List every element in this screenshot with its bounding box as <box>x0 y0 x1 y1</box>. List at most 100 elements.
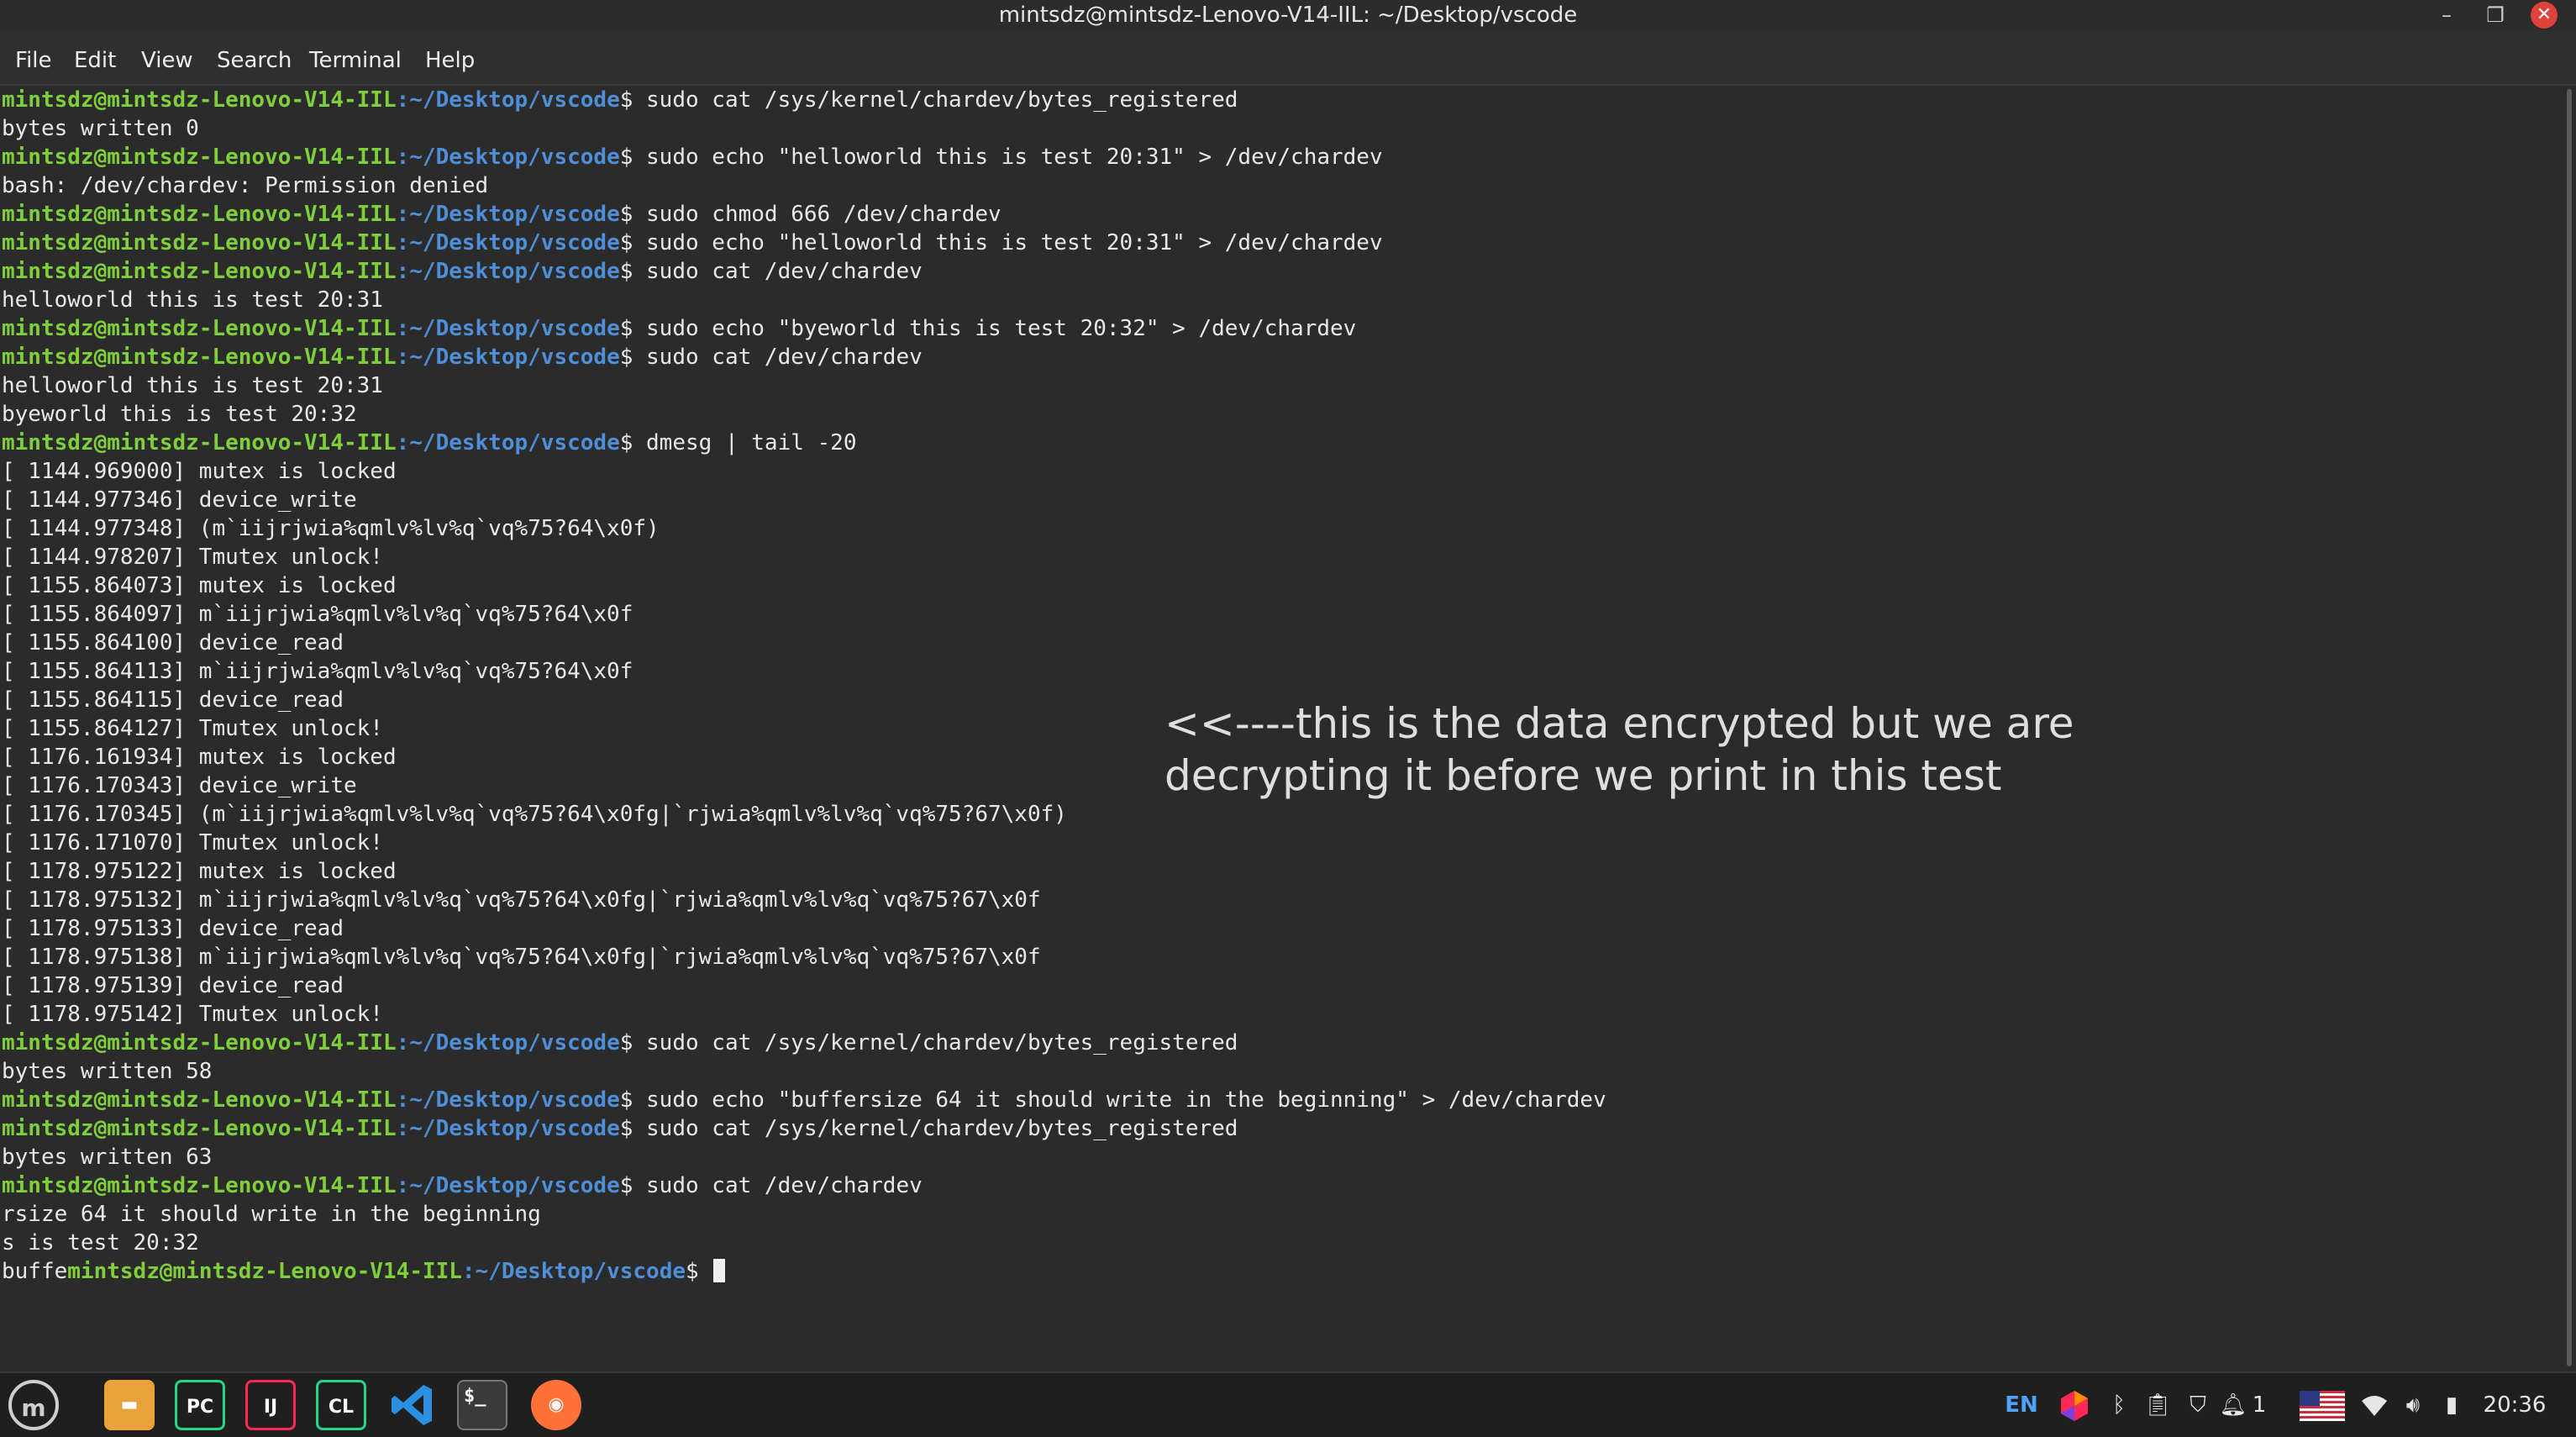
taskbar-app-terminal[interactable]: $_ <box>457 1380 507 1430</box>
jetbrains-toolbox-icon[interactable] <box>2053 1373 2095 1437</box>
maximize-button[interactable]: ❐ <box>2475 0 2516 30</box>
menu-terminal[interactable]: Terminal <box>309 30 402 91</box>
pycharm-icon: PC <box>186 1397 214 1418</box>
terminal-output-line: [ 1155.864113] m`iijrjwia%qmlv%lv%q`vq%7… <box>2 659 633 684</box>
prompt-symbol: $ <box>619 430 647 455</box>
menu-view[interactable]: View <box>141 30 193 91</box>
prompt-user-host: mintsdz@mintsdz-Lenovo-V14-IIL <box>67 1259 462 1284</box>
prompt-symbol: $ <box>619 1116 647 1141</box>
terminal-output-line: helloworld this is test 20:31 <box>2 287 383 313</box>
prompt-symbol: $ <box>619 230 647 255</box>
prompt-symbol: $ <box>686 1259 712 1284</box>
taskbar-app-clion[interactable]: CL <box>316 1380 366 1430</box>
terminal-icon: $_ <box>464 1386 486 1407</box>
minimize-button[interactable]: – <box>2426 0 2467 30</box>
terminal-output-line: helloworld this is test 20:31 <box>2 373 383 398</box>
terminal-command-line: mintsdz@mintsdz-Lenovo-V14-IIL:~/Desktop… <box>2 200 1606 229</box>
terminal-command-line: mintsdz@mintsdz-Lenovo-V14-IIL:~/Desktop… <box>2 86 1606 114</box>
prompt-path: :~/Desktop/vscode <box>396 1173 620 1198</box>
terminal-output-line: [ 1176.171070] Tmutex unlock! <box>2 830 383 855</box>
mint-logo-icon: m <box>21 1394 46 1422</box>
prompt-symbol: $ <box>619 259 647 284</box>
terminal-output-line: [ 1155.864097] m`iijrjwia%qmlv%lv%q`vq%7… <box>2 602 633 627</box>
terminal-output-line: bytes written 0 <box>2 116 199 141</box>
scrollbar[interactable] <box>2563 86 2576 1371</box>
command-text: sudo cat /sys/kernel/chardev/bytes_regis… <box>646 1030 1238 1055</box>
command-text: sudo cat /sys/kernel/chardev/bytes_regis… <box>646 87 1238 113</box>
terminal-output-line: [ 1155.864100] device_read <box>2 630 344 655</box>
battery-icon[interactable]: ▮ <box>2435 1373 2468 1437</box>
terminal-output-line: [ 1178.975138] m`iijrjwia%qmlv%lv%q`vq%7… <box>2 945 1041 970</box>
vscode-icon <box>392 1385 432 1425</box>
terminal-command-line: mintsdz@mintsdz-Lenovo-V14-IIL:~/Desktop… <box>2 1171 1606 1200</box>
keyboard-layout[interactable]: EN <box>1996 1373 2047 1437</box>
menu-search[interactable]: Search <box>217 30 292 91</box>
annotation-line-2: decrypting it before we print in this te… <box>1164 751 2002 800</box>
terminal-command-line: mintsdz@mintsdz-Lenovo-V14-IIL:~/Desktop… <box>2 1086 1606 1114</box>
scrollbar-thumb[interactable] <box>2567 89 2572 1366</box>
bluetooth-icon[interactable]: ᛒ <box>2100 1373 2137 1437</box>
taskbar-app-vscode[interactable] <box>386 1380 437 1430</box>
command-text: sudo cat /sys/kernel/chardev/bytes_regis… <box>646 1116 1238 1141</box>
terminal-cursor <box>713 1259 726 1282</box>
prompt-user-host: mintsdz@mintsdz-Lenovo-V14-IIL <box>2 145 397 170</box>
us-flag-icon[interactable] <box>2299 1373 2346 1437</box>
terminal-output-line: [ 1178.975132] m`iijrjwia%qmlv%lv%q`vq%7… <box>2 887 1041 913</box>
close-button[interactable]: ✕ <box>2531 2 2558 29</box>
menu-file[interactable]: File <box>15 30 52 91</box>
clipboard-icon[interactable]: 📋︎ <box>2139 1373 2176 1437</box>
prompt-path: :~/Desktop/vscode <box>396 1030 620 1055</box>
clion-icon: CL <box>328 1397 355 1418</box>
terminal-output-line: [ 1144.978207] Tmutex unlock! <box>2 545 383 570</box>
terminal-command-line: mintsdz@mintsdz-Lenovo-V14-IIL:~/Desktop… <box>2 143 1606 171</box>
prompt-path: :~/Desktop/vscode <box>396 259 620 284</box>
command-text: dmesg | tail -20 <box>646 430 857 455</box>
prompt-user-host: mintsdz@mintsdz-Lenovo-V14-IIL <box>2 1087 397 1113</box>
wifi-icon[interactable] <box>2358 1373 2391 1437</box>
command-text: sudo chmod 666 /dev/chardev <box>646 202 1001 227</box>
terminal-lines: mintsdz@mintsdz-Lenovo-V14-IIL:~/Desktop… <box>2 86 1606 1286</box>
taskbar: m ▬ PC IJ CL $_ ◉ EN ᛒ 📋︎ ⛉ 🔔︎ 1 🔊︎ ▮ 20… <box>0 1371 2576 1437</box>
terminal-output-line: [ 1178.975142] Tmutex unlock! <box>2 1002 383 1027</box>
terminal-output-line: [ 1178.975122] mutex is locked <box>2 859 397 884</box>
prompt-user-host: mintsdz@mintsdz-Lenovo-V14-IIL <box>2 345 397 370</box>
prompt-user-host: mintsdz@mintsdz-Lenovo-V14-IIL <box>2 430 397 455</box>
prompt-symbol: $ <box>619 1030 647 1055</box>
menu-edit[interactable]: Edit <box>74 30 116 91</box>
terminal-output-line: [ 1176.170345] (m`iijrjwia%qmlv%lv%q`vq%… <box>2 802 1067 827</box>
clock[interactable]: 20:36 <box>2477 1373 2552 1437</box>
window-titlebar[interactable]: mintsdz@mintsdz-Lenovo-V14-IIL: ~/Deskto… <box>0 0 2576 30</box>
system-tray: EN ᛒ 📋︎ ⛉ 🔔︎ 1 🔊︎ ▮ 20:36 <box>1983 1373 2576 1437</box>
terminal-output-line: s is test 20:32 <box>2 1230 199 1255</box>
notifications-count: 1 <box>2252 1392 2267 1418</box>
terminal-output-line: [ 1144.977348] (m`iijrjwia%qmlv%lv%q`vq%… <box>2 516 660 541</box>
command-text: sudo echo "byeworld this is test 20:32" … <box>646 316 1357 341</box>
prompt-path: :~/Desktop/vscode <box>396 1116 620 1141</box>
terminal-command-line: mintsdz@mintsdz-Lenovo-V14-IIL:~/Desktop… <box>2 1029 1606 1057</box>
annotation-text: <<----this is the data encrypted but we … <box>1164 697 2173 802</box>
annotation-line-1: <<----this is the data encrypted but we … <box>1164 699 2074 748</box>
command-text: sudo echo "buffersize 64 it should write… <box>646 1087 1606 1113</box>
volume-icon[interactable]: 🔊︎ <box>2396 1373 2430 1437</box>
prompt-symbol: $ <box>619 202 647 227</box>
terminal-output-line: bytes written 63 <box>2 1145 213 1170</box>
prompt-path: :~/Desktop/vscode <box>396 230 620 255</box>
menu-help[interactable]: Help <box>425 30 475 91</box>
taskbar-app-intellij[interactable]: IJ <box>245 1380 296 1430</box>
command-text: sudo echo "helloworld this is test 20:31… <box>646 230 1383 255</box>
prompt-symbol: $ <box>619 1173 647 1198</box>
terminal-output-line: [ 1144.977346] device_write <box>2 487 357 513</box>
files-icon: ▬ <box>120 1394 139 1415</box>
start-menu-button[interactable]: m <box>8 1380 59 1430</box>
prompt-path: :~/Desktop/vscode <box>396 87 620 113</box>
prompt-user-host: mintsdz@mintsdz-Lenovo-V14-IIL <box>2 316 397 341</box>
taskbar-app-pycharm[interactable]: PC <box>175 1380 225 1430</box>
prompt-user-host: mintsdz@mintsdz-Lenovo-V14-IIL <box>2 1116 397 1141</box>
intellij-icon: IJ <box>263 1397 278 1418</box>
prompt-symbol: $ <box>619 1087 647 1113</box>
notifications-icon[interactable]: 🔔︎ <box>2218 1373 2248 1437</box>
prompt-path: :~/Desktop/vscode <box>396 145 620 170</box>
shield-icon[interactable]: ⛉ <box>2179 1373 2216 1437</box>
taskbar-app-firefox[interactable]: ◉ <box>531 1380 581 1430</box>
taskbar-app-files[interactable]: ▬ <box>104 1380 155 1430</box>
